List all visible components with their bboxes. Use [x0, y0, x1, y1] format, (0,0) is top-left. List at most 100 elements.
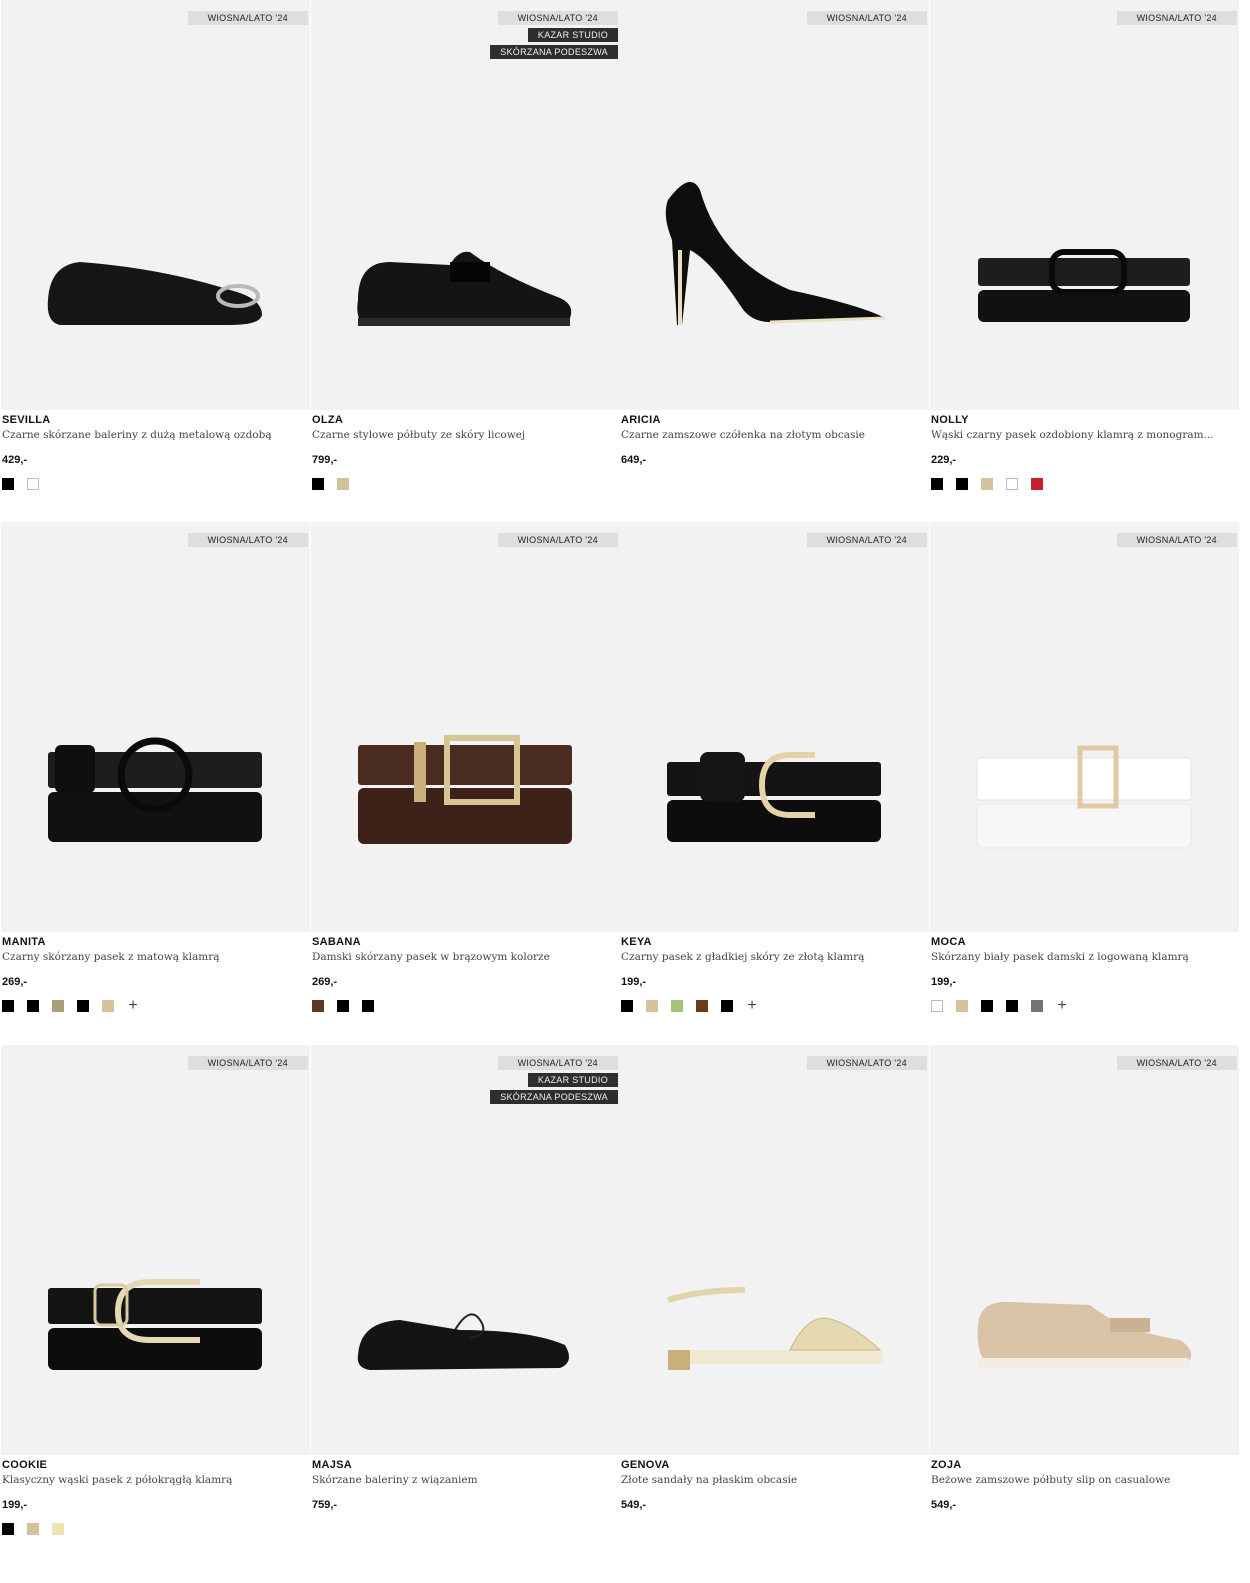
more-colors-icon[interactable]: +	[1056, 998, 1068, 1014]
product-description: Klasyczny wąski pasek z półokrągłą klamr…	[2, 1474, 233, 1486]
color-swatch[interactable]	[2, 1523, 14, 1535]
product-name[interactable]: MAJSA	[312, 1459, 352, 1471]
product-name[interactable]: ARICIA	[621, 414, 661, 426]
product-description: Czarny pasek z gładkiej skóry ze złotą k…	[621, 951, 865, 963]
product-image[interactable]: WIOSNA/LATO '24	[1, 522, 310, 932]
season-badge: WIOSNA/LATO '24	[497, 533, 618, 547]
product-image[interactable]: WIOSNA/LATO '24	[1, 0, 310, 410]
product-name[interactable]: COOKIE	[2, 1459, 47, 1471]
color-swatch[interactable]	[721, 1000, 733, 1012]
product-description: Damski skórzany pasek w brązowym kolorze	[312, 951, 550, 963]
color-swatch[interactable]	[52, 1523, 64, 1535]
product-image[interactable]: WIOSNA/LATO '24	[311, 522, 620, 932]
color-swatch[interactable]	[671, 1000, 683, 1012]
product-image[interactable]: WIOSNA/LATO '24	[620, 522, 929, 932]
product-tags: WIOSNA/LATO '24	[1116, 1056, 1237, 1070]
product-price: 269,-	[2, 976, 28, 988]
product-name[interactable]: MOCA	[931, 936, 966, 948]
belt-black-monogram-icon	[978, 249, 1190, 322]
belt-white-icon	[976, 745, 1192, 849]
color-swatch[interactable]	[956, 478, 968, 490]
color-swatch[interactable]	[312, 1000, 324, 1012]
product-description: Wąski czarny pasek ozdobiony klamrą z mo…	[931, 429, 1214, 441]
product-price: 799,-	[312, 454, 338, 466]
product-description: Złote sandały na płaskim obcasie	[621, 1474, 798, 1486]
color-swatch[interactable]	[362, 1000, 374, 1012]
product-price: 199,-	[621, 976, 647, 988]
product-image[interactable]: WIOSNA/LATO '24	[620, 1045, 929, 1455]
product-name[interactable]: SEVILLA	[2, 414, 51, 426]
color-swatch[interactable]	[27, 478, 39, 490]
color-swatches	[2, 1523, 64, 1535]
feature-badge: KAZAR STUDIO	[527, 1073, 618, 1087]
product-price: 269,-	[312, 976, 338, 988]
more-colors-icon[interactable]: +	[746, 998, 758, 1014]
ballerina-black-icon	[47, 262, 262, 325]
feature-badge: SKÓRZANA PODESZWA	[490, 1090, 618, 1104]
product-image[interactable]: WIOSNA/LATO '24	[930, 522, 1239, 932]
color-swatch[interactable]	[2, 1000, 14, 1012]
belt-black-halfround-icon	[48, 1279, 262, 1370]
product-image[interactable]: WIOSNA/LATO '24	[620, 0, 929, 410]
season-badge: WIOSNA/LATO '24	[187, 1056, 308, 1070]
product-tags: WIOSNA/LATO '24 KAZAR STUDIO SKÓRZANA PODE…	[490, 11, 618, 59]
product-name[interactable]: GENOVA	[621, 1459, 670, 1471]
color-swatches: +	[621, 998, 758, 1014]
product-image[interactable]: WIOSNA/LATO '24	[1, 1045, 310, 1455]
color-swatch[interactable]	[931, 1000, 943, 1012]
color-swatch[interactable]	[27, 1000, 39, 1012]
product-tags: WIOSNA/LATO '24	[806, 533, 927, 547]
color-swatch[interactable]	[312, 478, 324, 490]
sandal-gold-icon	[667, 1287, 883, 1370]
product-name[interactable]: OLZA	[312, 414, 343, 426]
color-swatch[interactable]	[2, 478, 14, 490]
product-description: Czarne skórzane baleriny z dużą metalową…	[2, 429, 272, 441]
season-badge: WIOSNA/LATO '24	[187, 11, 308, 25]
color-swatches	[931, 478, 1043, 490]
color-swatch[interactable]	[102, 1000, 114, 1012]
product-name[interactable]: SABANA	[312, 936, 361, 948]
color-swatch[interactable]	[981, 1000, 993, 1012]
color-swatch[interactable]	[27, 1523, 39, 1535]
product-tags: WIOSNA/LATO '24	[187, 11, 308, 25]
product-name[interactable]: ZOJA	[931, 1459, 962, 1471]
color-swatches: +	[931, 998, 1068, 1014]
color-swatch[interactable]	[1006, 478, 1018, 490]
season-badge: WIOSNA/LATO '24	[1116, 533, 1237, 547]
product-description: Skórzane baleriny z wiązaniem	[312, 1474, 478, 1486]
color-swatch[interactable]	[646, 1000, 658, 1012]
more-colors-icon[interactable]: +	[127, 998, 139, 1014]
color-swatch[interactable]	[621, 1000, 633, 1012]
product-price: 549,-	[621, 1499, 647, 1511]
color-swatch[interactable]	[981, 478, 993, 490]
color-swatch[interactable]	[956, 1000, 968, 1012]
product-description: Skórzany biały pasek damski z logowaną k…	[931, 951, 1189, 963]
color-swatch[interactable]	[1031, 478, 1043, 490]
product-image[interactable]: WIOSNA/LATO '24	[930, 1045, 1239, 1455]
product-name[interactable]: NOLLY	[931, 414, 969, 426]
product-image[interactable]: WIOSNA/LATO '24	[930, 0, 1239, 410]
color-swatch[interactable]	[77, 1000, 89, 1012]
color-swatch[interactable]	[696, 1000, 708, 1012]
product-tags: WIOSNA/LATO '24	[806, 11, 927, 25]
color-swatch[interactable]	[337, 1000, 349, 1012]
color-swatch[interactable]	[52, 1000, 64, 1012]
color-swatch[interactable]	[931, 478, 943, 490]
product-name[interactable]: MANITA	[2, 936, 46, 948]
season-badge: WIOSNA/LATO '24	[1116, 11, 1237, 25]
color-swatches: +	[2, 998, 139, 1014]
product-image[interactable]: WIOSNA/LATO '24 KAZAR STUDIO SKÓRZANA PODE…	[311, 0, 620, 410]
color-swatches	[312, 478, 349, 490]
product-tags: WIOSNA/LATO '24 KAZAR STUDIO SKÓRZANA PODE…	[490, 1056, 618, 1104]
color-swatches	[2, 478, 39, 490]
product-tags: WIOSNA/LATO '24	[187, 533, 308, 547]
pump-black-icon	[665, 182, 886, 325]
product-tags: WIOSNA/LATO '24	[1116, 533, 1237, 547]
product-name[interactable]: KEYA	[621, 936, 652, 948]
color-swatch[interactable]	[1031, 1000, 1043, 1012]
color-swatch[interactable]	[337, 478, 349, 490]
product-tags: WIOSNA/LATO '24	[497, 533, 618, 547]
season-badge: WIOSNA/LATO '24	[187, 533, 308, 547]
color-swatch[interactable]	[1006, 1000, 1018, 1012]
product-image[interactable]: WIOSNA/LATO '24 KAZAR STUDIO SKÓRZANA PODE…	[311, 1045, 620, 1455]
